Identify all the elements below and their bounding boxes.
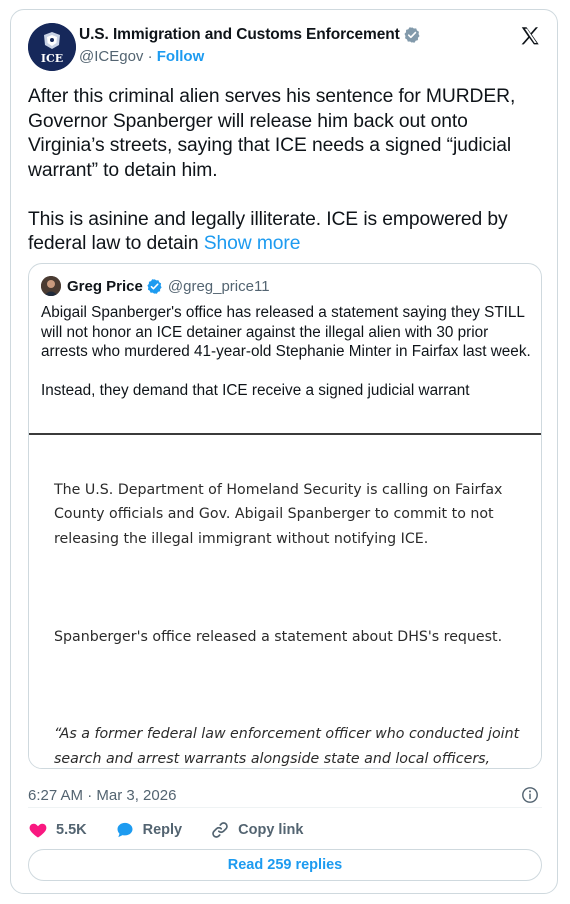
- reply-bubble-icon: [117, 822, 133, 838]
- author-handle[interactable]: @ICEgov: [79, 48, 143, 65]
- handle-separator: ·: [143, 48, 157, 65]
- tweet-body: After this criminal alien serves his sen…: [28, 86, 516, 254]
- follow-button[interactable]: Follow: [157, 48, 205, 65]
- link-icon: [212, 822, 228, 838]
- ice-seal-icon: ICE: [28, 23, 76, 71]
- like-button[interactable]: 5.5K: [28, 820, 87, 840]
- article-quote-paragraph: “As a former federal law enforcement off…: [54, 726, 520, 767]
- x-logo-icon[interactable]: [519, 25, 541, 47]
- author-name-row: U.S. Immigration and Customs Enforcement: [79, 26, 421, 44]
- tweet-timestamp[interactable]: 6:27 AM · Mar 3, 2026: [28, 787, 176, 804]
- article-paragraph-2: Spanberger's office released a statement…: [54, 628, 503, 645]
- verified-badge-icon: [147, 278, 162, 294]
- person-avatar-icon: [41, 276, 61, 296]
- info-icon[interactable]: [521, 786, 539, 804]
- quoted-media-image[interactable]: The U.S. Department of Homeland Security…: [29, 433, 541, 768]
- show-more-link[interactable]: Show more: [204, 233, 301, 254]
- copy-link-button[interactable]: Copy link: [210, 820, 303, 840]
- quoted-avatar[interactable]: [41, 276, 61, 296]
- reply-label: Reply: [142, 822, 183, 838]
- quoted-header: Greg Price @greg_price11: [41, 276, 270, 296]
- article-screenshot: The U.S. Department of Homeland Security…: [54, 453, 524, 768]
- svg-text:ICE: ICE: [41, 52, 63, 65]
- heart-icon: [29, 823, 47, 838]
- author-display-name[interactable]: U.S. Immigration and Customs Enforcement: [79, 26, 400, 44]
- author-avatar[interactable]: ICE: [28, 23, 76, 71]
- copy-link-label: Copy link: [238, 822, 304, 838]
- tweet-text: After this criminal alien serves his sen…: [28, 85, 546, 257]
- quoted-display-name[interactable]: Greg Price: [67, 278, 143, 295]
- article-paragraph-1: The U.S. Department of Homeland Security…: [54, 481, 503, 547]
- like-count: 5.5K: [56, 822, 87, 838]
- quoted-tweet[interactable]: Greg Price @greg_price11 Abigail Spanber…: [28, 263, 542, 769]
- action-bar: 5.5K Reply Copy link: [28, 818, 331, 842]
- author-handle-row: @ICEgov · Follow: [79, 48, 204, 65]
- read-replies-button[interactable]: Read 259 replies: [28, 849, 542, 881]
- tweet-card: ICE U.S. Immigration and Customs Enforce…: [10, 9, 558, 894]
- quoted-handle[interactable]: @greg_price11: [168, 278, 270, 295]
- divider: [28, 807, 542, 808]
- verified-badge-icon: [404, 27, 420, 43]
- quoted-text: Abigail Spanberger's office has released…: [41, 304, 531, 400]
- reply-button[interactable]: Reply: [115, 820, 183, 840]
